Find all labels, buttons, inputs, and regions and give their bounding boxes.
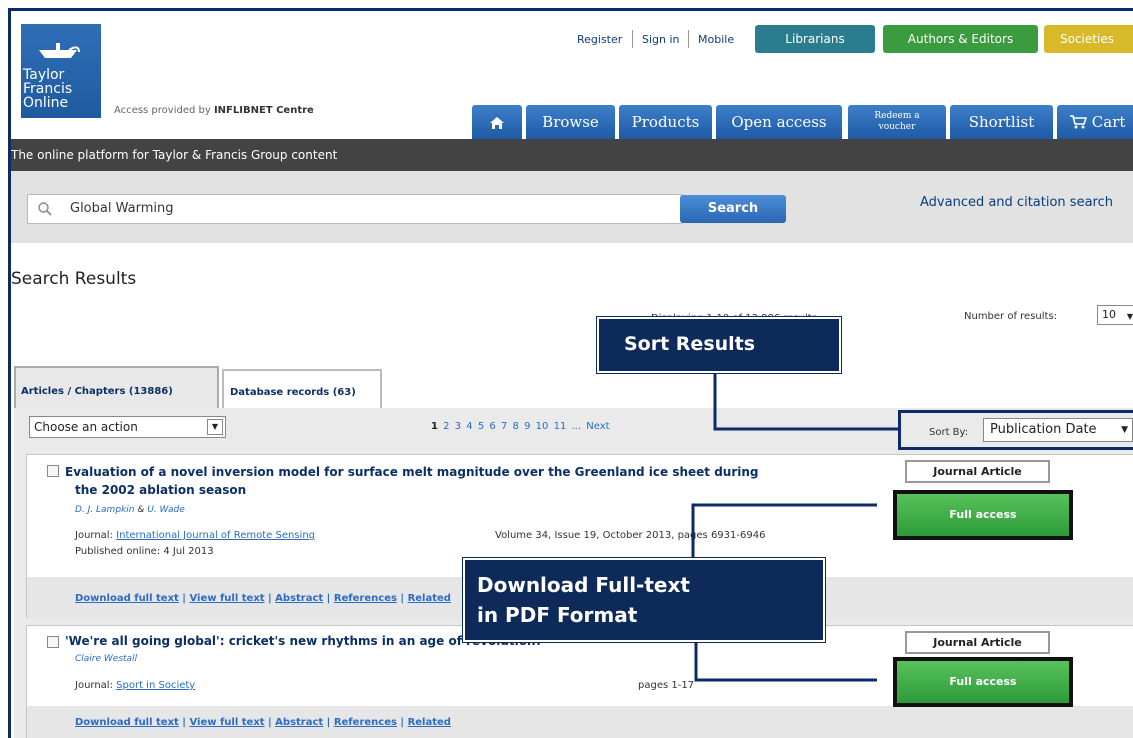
download-callout: Download Full-text in PDF Format: [462, 557, 826, 643]
sort-results-callout: Sort Results: [596, 316, 842, 374]
download-connector-line: [691, 503, 877, 561]
page-frame: Taylor Francis Online Access provided by…: [8, 8, 1133, 738]
sort-connector-line: [713, 373, 898, 431]
download-connector-line: [694, 641, 877, 682]
